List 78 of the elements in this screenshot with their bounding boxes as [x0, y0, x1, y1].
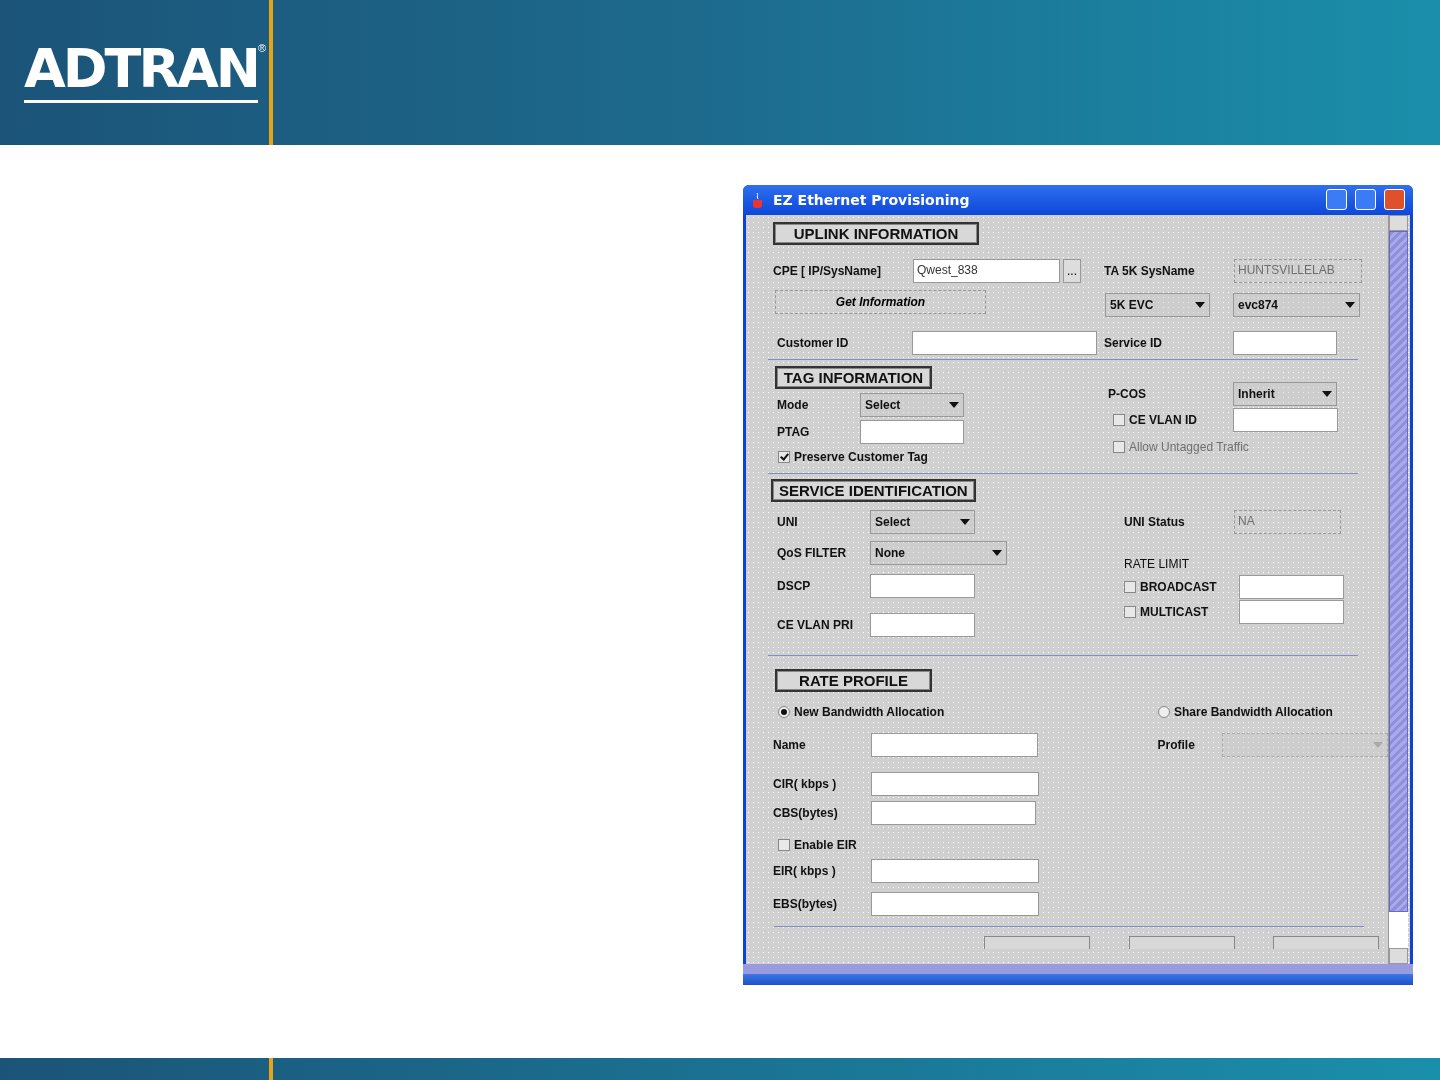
checkbox[interactable] [778, 450, 790, 463]
text-field[interactable] [1239, 599, 1344, 624]
field-label: Name [773, 737, 807, 752]
field-label: QoS FILTER [777, 545, 848, 560]
field-label: EBS(bytes) [773, 896, 838, 911]
get-information-button[interactable]: Get Information [775, 289, 986, 314]
dropdown[interactable]: Select [860, 392, 964, 417]
window-title: EZ Ethernet Provisioning [773, 192, 971, 208]
text-field[interactable] [1233, 330, 1337, 355]
apply-button[interactable] [1129, 935, 1235, 949]
section-heading: RATE PROFILE [775, 669, 932, 693]
field-label: PTAG [777, 424, 811, 439]
field-label: Service ID [1104, 335, 1164, 350]
radio-button[interactable] [1158, 705, 1170, 718]
checkbox-label: Enable EIR [794, 837, 857, 852]
field-label: CIR( kbps ) [773, 776, 838, 791]
text-field[interactable] [871, 891, 1039, 916]
field-label: P-COS [1108, 386, 1147, 401]
field-label: CPE [ IP/SysName] [773, 263, 883, 278]
text-field[interactable] [870, 612, 975, 637]
field-label: UNI Status [1124, 514, 1186, 529]
text-field[interactable] [871, 800, 1036, 825]
field-label: EIR( kbps ) [773, 863, 837, 878]
caret-icon [949, 401, 959, 408]
text-field: HUNTSVILLELAB [1234, 258, 1362, 283]
radio-label: Share Bandwidth Allocation [1174, 704, 1333, 719]
vertical-scrollbar[interactable] [1388, 214, 1408, 965]
field-label: RATE LIMIT [1124, 556, 1190, 571]
field-label: TA 5K SysName [1104, 263, 1196, 278]
maximize-button[interactable] [1355, 189, 1376, 211]
checkbox-label: BROADCAST [1140, 579, 1217, 594]
text-field[interactable] [871, 858, 1039, 883]
checkbox-label: MULTICAST [1140, 604, 1209, 619]
field-label: Profile [1157, 737, 1196, 752]
cup-icon [751, 192, 765, 208]
caret-icon [1322, 390, 1332, 397]
field-label: Mode [777, 397, 810, 412]
caret-icon [992, 549, 1002, 556]
checkbox-label: Preserve Customer Tag [794, 449, 928, 464]
dropdown[interactable]: evc874 [1233, 292, 1360, 317]
field-label: DSCP [777, 578, 812, 593]
dropdown[interactable]: Select [870, 509, 975, 534]
text-field[interactable]: Qwest_838 [913, 258, 1060, 283]
checkbox-label: Allow Untagged Traffic [1129, 439, 1249, 454]
dropdown[interactable]: 5K EVC [1105, 292, 1210, 317]
checkbox[interactable] [1124, 580, 1136, 593]
text-field[interactable] [860, 419, 964, 444]
radio-label: New Bandwidth Allocation [794, 704, 945, 719]
checkbox[interactable] [778, 838, 790, 851]
caret-icon [1195, 301, 1205, 308]
text-field: NA [1234, 509, 1341, 534]
field-label: UNI [777, 514, 799, 529]
radio-button[interactable] [778, 705, 790, 718]
dropdown[interactable]: None [870, 540, 1007, 565]
caret-icon [960, 518, 970, 525]
checkbox[interactable] [1113, 413, 1125, 426]
section-heading: TAG INFORMATION [775, 365, 932, 389]
checkbox[interactable] [1124, 605, 1136, 618]
reset-button[interactable] [984, 935, 1090, 949]
browse-button[interactable]: ... [1063, 258, 1081, 283]
checkbox-label: CE VLAN ID [1129, 412, 1197, 427]
horizontal-scrollbar[interactable] [743, 964, 1413, 974]
text-field[interactable] [870, 573, 975, 598]
minimize-button[interactable] [1326, 189, 1347, 211]
text-field[interactable] [912, 330, 1097, 355]
field-label: Customer ID [777, 335, 850, 350]
logo: ADTRAN [24, 42, 259, 103]
field-label: CBS(bytes) [773, 805, 839, 820]
registered-mark: ® [258, 41, 267, 54]
text-field[interactable] [1233, 407, 1338, 432]
caret-icon [1345, 301, 1355, 308]
text-field[interactable] [871, 771, 1039, 796]
dropdown[interactable]: Inherit [1233, 381, 1337, 406]
field-label: CE VLAN PRI [777, 617, 854, 632]
text-field[interactable] [1239, 574, 1344, 599]
section-heading: SERVICE IDENTIFICATION [771, 478, 976, 502]
section-heading: UPLINK INFORMATION [773, 221, 979, 245]
text-field[interactable] [870, 732, 1039, 757]
